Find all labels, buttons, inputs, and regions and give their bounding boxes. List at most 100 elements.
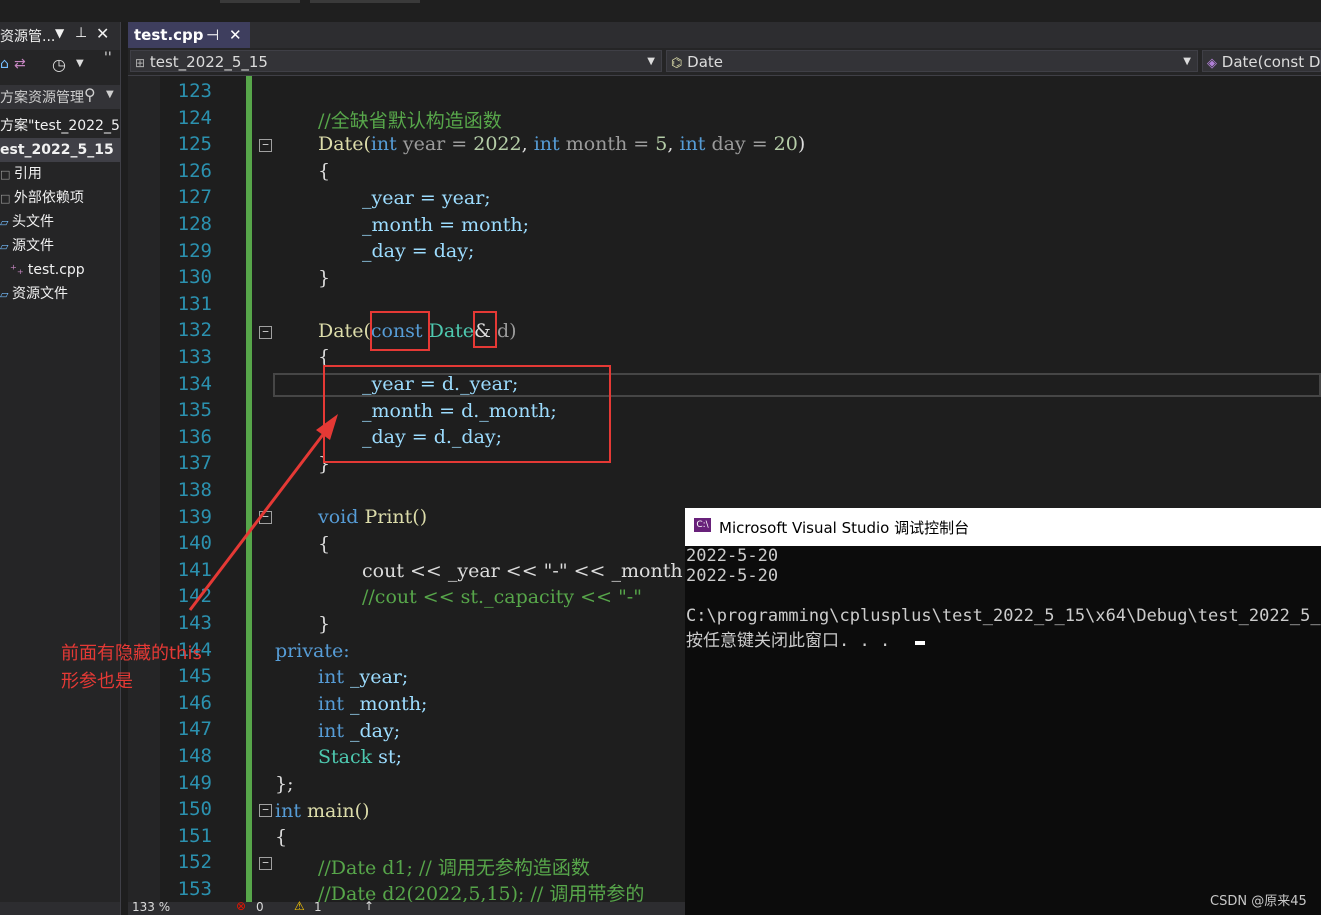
chevron-down-icon: ▼ (1183, 56, 1191, 67)
code-line-150: int main() (275, 800, 369, 822)
code-token: day = (705, 133, 774, 155)
search-icon[interactable]: ⚲ (84, 85, 96, 104)
highlight-box-const (370, 311, 430, 351)
code-token: Print() (358, 506, 428, 528)
tree-item-label: test.cpp (27, 262, 85, 278)
member-dropdown[interactable]: ◈ Date(const D (1202, 50, 1321, 72)
filter-folder-icon: ▱ (0, 288, 12, 301)
tree-item-test-cpp[interactable]: ⁺₊ test.cpp (0, 258, 120, 282)
tree-item-label: 资源文件 (11, 286, 68, 302)
fold-toggle[interactable]: − (259, 326, 272, 339)
tree-item-label: 外部依赖项 (13, 190, 84, 206)
code-token: main() (300, 800, 370, 822)
code-line-127: _year = year; (362, 187, 491, 209)
tree-item-solution[interactable]: 方案"test_2022_5 (0, 114, 120, 138)
line-number: 130 (177, 266, 212, 289)
pin-icon[interactable]: ⊥ (75, 25, 87, 41)
arrow-head (316, 414, 338, 440)
up-arrow-icon[interactable]: ↑ (364, 899, 374, 913)
code-token: 5 (655, 133, 668, 155)
class-dropdown[interactable]: ⌬ Date ▼ (666, 50, 1198, 72)
console-output-line: C:\programming\cplusplus\test_2022_5_15\… (686, 606, 1321, 626)
warning-count: 1 (314, 900, 322, 914)
code-line-149: }; (275, 773, 294, 795)
tree-item-references[interactable]: □ 引用 (0, 162, 120, 186)
console-title: Microsoft Visual Studio 调试控制台 (719, 519, 970, 537)
external-deps-icon: □ (0, 192, 14, 205)
code-line-145: int _year; (318, 666, 408, 688)
close-icon[interactable]: ✕ (96, 24, 109, 43)
fold-toggle[interactable]: − (259, 857, 272, 870)
line-number: 133 (177, 346, 212, 368)
line-number: 123 (177, 80, 212, 102)
class-dropdown-value: Date (687, 53, 723, 71)
tree-item-external-deps[interactable]: □ 外部依赖项 (0, 186, 120, 210)
code-token: int (533, 133, 560, 155)
debug-console-window (685, 508, 1321, 915)
search-label: 方案资源管理 (0, 90, 84, 106)
annotation-arrow (188, 414, 338, 611)
tree-item-resource-files[interactable]: ▱ 资源文件 (0, 282, 120, 306)
code-token: Date( (318, 320, 371, 342)
line-number: 128 (177, 213, 212, 235)
code-token: , (667, 133, 680, 155)
project-dropdown-value: test_2022_5_15 (149, 53, 268, 71)
solution-search-input[interactable]: 方案资源管理 ⚲ ▼ (0, 85, 120, 109)
tree-item-source-files[interactable]: ▱ 源文件 (0, 234, 120, 258)
close-tab-icon[interactable]: ✕ (229, 22, 242, 48)
code-token: int (318, 693, 344, 715)
code-token: Stack (318, 746, 373, 768)
solution-explorer-header: 资源管... ▼ ⊥ ✕ (0, 22, 120, 50)
code-token: Date (422, 320, 475, 342)
console-app-icon: C:\ (694, 518, 711, 532)
home-icon[interactable]: ⌂ (0, 56, 9, 72)
console-output-line: 按任意键关闭此窗口. . . (686, 631, 891, 651)
code-token: month = (559, 133, 656, 155)
line-number: 149 (177, 771, 212, 794)
line-number: 148 (177, 745, 212, 767)
dropdown-icon[interactable]: ▼ (55, 26, 64, 40)
tree-item-header-files[interactable]: ▱ 头文件 (0, 210, 120, 234)
code-token: _month; (343, 693, 428, 715)
history-icon[interactable]: ◷ (52, 55, 66, 74)
code-line-125: Date(int year = 2022, int month = 5, int… (318, 133, 805, 155)
line-number: 150 (177, 798, 212, 821)
code-token: int (275, 800, 301, 822)
fold-toggle[interactable]: − (259, 139, 272, 152)
project-dropdown[interactable]: ⊞ test_2022_5_15 ▼ (130, 50, 662, 72)
switch-views-icon[interactable]: ⇄ (14, 56, 26, 72)
line-number: 147 (177, 718, 212, 741)
highlight-box-ampersand (473, 311, 497, 348)
more-icon[interactable]: '' (104, 50, 112, 66)
editor-status-bar: 133 % ⊗ 0 ⚠ 1 ↑ (128, 899, 688, 915)
warning-icon[interactable]: ⚠ (294, 899, 305, 913)
code-token: , (521, 133, 534, 155)
console-output-line: 2022-5-20 (686, 566, 779, 586)
error-icon[interactable]: ⊗ (236, 899, 246, 913)
editor-gutter (128, 76, 160, 902)
line-number: 125 (177, 133, 212, 156)
code-token: year = (396, 133, 474, 155)
highlight-box-body (323, 365, 611, 463)
search-options-icon[interactable]: ▼ (106, 89, 114, 100)
pin-tab-icon[interactable]: ⊣ (206, 22, 219, 48)
code-token: _year; (343, 666, 409, 688)
zoom-level[interactable]: 133 % (132, 900, 170, 914)
tree-item-label: 头文件 (11, 214, 54, 230)
code-token: 2022 (473, 133, 522, 155)
project-icon: ⊞ (135, 56, 146, 70)
tab-test-cpp[interactable]: test.cpp ⊣ ✕ (128, 22, 250, 48)
tree-item-project[interactable]: est_2022_5_15 (0, 138, 120, 162)
annotation-text: 前面有隐藏的this 形参也是 (61, 640, 202, 696)
tree-item-label: 引用 (13, 166, 42, 182)
fold-toggle[interactable]: − (259, 804, 272, 817)
code-line-146: int _month; (318, 693, 427, 715)
tree-item-label: est_2022_5_15 (0, 142, 114, 158)
code-token: st; (372, 746, 402, 768)
history-dropdown-icon[interactable]: ▼ (76, 58, 84, 69)
code-line-152: //Date d1; // 调用无参构造函数 (318, 857, 590, 879)
arrow-shaft (188, 427, 330, 611)
code-line-151: { (275, 826, 288, 848)
sidebar-scrollbar[interactable] (0, 902, 120, 915)
console-title-bar[interactable]: C:\ Microsoft Visual Studio 调试控制台 (685, 508, 1321, 546)
